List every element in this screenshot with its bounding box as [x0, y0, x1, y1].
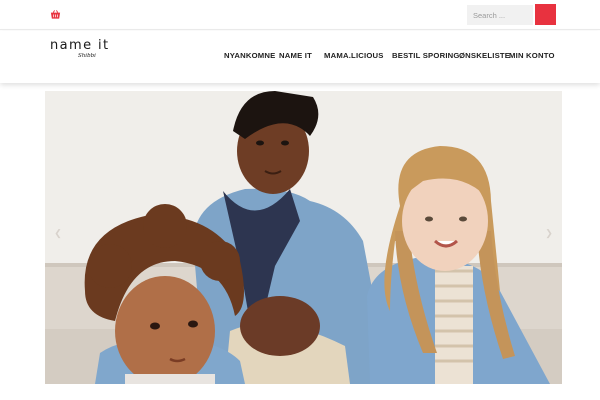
- search-input[interactable]: [467, 5, 533, 25]
- nav-item-nyankomne[interactable]: NYANKOMNE: [224, 51, 276, 60]
- slider-prev-arrow[interactable]: ❮: [53, 228, 63, 238]
- top-bar: [0, 0, 600, 30]
- hero-image: [45, 91, 562, 384]
- slider-next-arrow[interactable]: ❯: [544, 228, 554, 238]
- chevron-left-icon: ❮: [54, 228, 62, 238]
- hero-slider: [45, 91, 562, 384]
- main-nav: NYANKOMNE NAME IT MAMA.LICIOUS BESTIL SP…: [0, 51, 600, 63]
- nav-item-bestil-sporing[interactable]: BESTIL SPORING: [392, 51, 460, 60]
- nav-item-min-konto[interactable]: MIN KONTO: [509, 51, 555, 60]
- search-button[interactable]: [535, 4, 556, 25]
- nav-item-onskeliste[interactable]: ØNSKELISTE: [459, 51, 510, 60]
- chevron-right-icon: ❯: [545, 228, 553, 238]
- basket-icon[interactable]: [50, 9, 61, 20]
- nav-item-mama-licious[interactable]: MAMA.LICIOUS: [324, 51, 384, 60]
- nav-item-name-it[interactable]: NAME IT: [279, 51, 312, 60]
- site-header: name it Shibbi NYANKOMNE NAME IT MAMA.LI…: [0, 31, 600, 83]
